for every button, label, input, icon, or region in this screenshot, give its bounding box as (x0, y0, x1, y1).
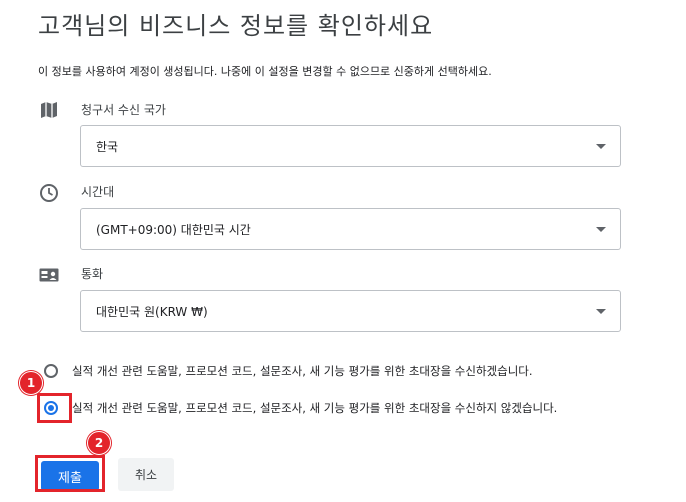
annotation-badge-2: 2 (87, 431, 111, 455)
annotation-box-submit (35, 455, 105, 492)
currency-select[interactable]: 대한민국 원(KRW ₩) (80, 290, 621, 332)
currency-card-icon (38, 264, 60, 286)
annotation-box-radio (37, 393, 72, 423)
timezone-value: (GMT+09:00) 대한민국 시간 (96, 222, 251, 237)
opt-out-label: 실적 개선 관련 도움말, 프로모션 코드, 설문조사, 새 기능 평가를 위한… (72, 401, 558, 415)
timezone-label: 시간대 (81, 185, 115, 199)
annotation-badge-1: 1 (19, 371, 43, 395)
page-subtitle: 이 정보를 사용하여 계정이 생성됩니다. 나중에 이 설정을 변경할 수 없으… (38, 65, 492, 78)
timezone-select[interactable]: (GMT+09:00) 대한민국 시간 (80, 208, 621, 250)
country-label: 청구서 수신 국가 (81, 103, 166, 117)
clock-icon (38, 182, 60, 204)
chevron-down-icon (596, 144, 606, 149)
opt-in-radio[interactable] (44, 364, 58, 378)
chevron-down-icon (596, 227, 606, 232)
page-title: 고객님의 비즈니스 정보를 확인하세요 (38, 12, 434, 40)
country-select[interactable]: 한국 (80, 125, 621, 167)
currency-label: 통화 (81, 267, 104, 281)
cancel-button[interactable]: 취소 (118, 458, 174, 491)
business-info-page: 고객님의 비즈니스 정보를 확인하세요 이 정보를 사용하여 계정이 생성됩니다… (0, 0, 686, 502)
currency-value: 대한민국 원(KRW ₩) (96, 304, 208, 319)
opt-out-option[interactable]: 실적 개선 관련 도움말, 프로모션 코드, 설문조사, 새 기능 평가를 위한… (44, 400, 627, 416)
map-icon (38, 99, 60, 121)
opt-in-label: 실적 개선 관련 도움말, 프로모션 코드, 설문조사, 새 기능 평가를 위한… (72, 364, 533, 378)
opt-in-option[interactable]: 실적 개선 관련 도움말, 프로모션 코드, 설문조사, 새 기능 평가를 위한… (44, 363, 627, 379)
chevron-down-icon (596, 309, 606, 314)
country-value: 한국 (96, 139, 119, 154)
